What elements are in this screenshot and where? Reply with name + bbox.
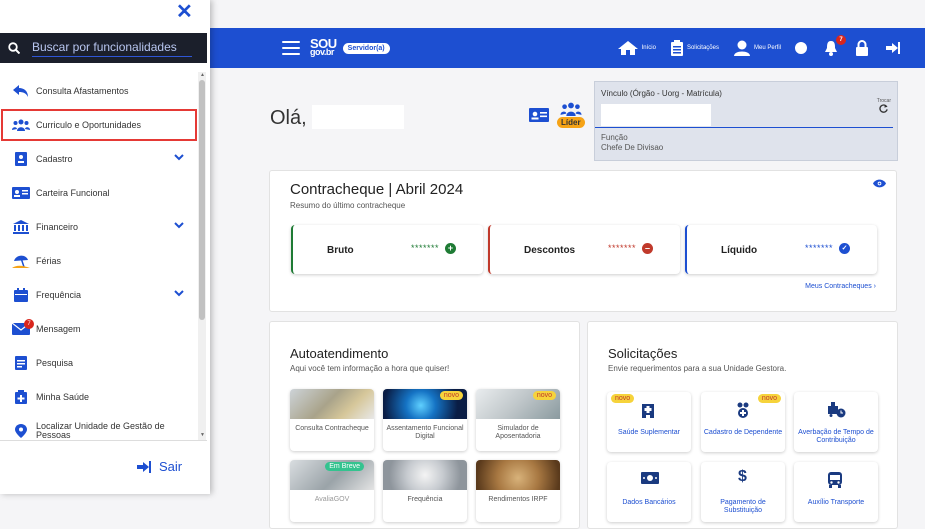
tile-pagamento-substituicao[interactable]: $ Pagamento de Substituição (701, 462, 785, 522)
chevron-right-icon: › (873, 283, 876, 290)
descontos-box[interactable]: Descontos ******* – (488, 225, 680, 274)
coins-image (290, 389, 374, 419)
scrollbar-thumb[interactable] (199, 80, 205, 320)
message-count-badge: 7 (24, 319, 34, 329)
sidebar-item-mensagem[interactable]: 7 Mensagem (0, 312, 198, 346)
home-icon (617, 41, 638, 55)
meus-contracheques-link[interactable]: Meus Contracheques › (805, 283, 876, 290)
contracheque-title: Contracheque | Abril 2024 (290, 181, 464, 198)
id-card-icon[interactable] (529, 108, 549, 122)
medical-kit-icon (12, 390, 30, 404)
contracheque-card: Contracheque | Abril 2024 Resumo do últi… (269, 170, 897, 312)
search-input[interactable] (32, 39, 192, 57)
beach-umbrella-icon (12, 254, 30, 268)
sidebar-item-consulta-afastamentos[interactable]: Consulta Afastamentos (0, 74, 198, 108)
eye-icon[interactable] (873, 179, 886, 188)
sign-out-icon (137, 460, 151, 473)
sidebar-item-cadastro[interactable]: Cadastro (0, 142, 198, 176)
sidebar-menu: Consulta Afastamentos Curriculo e Oportu… (0, 74, 198, 448)
scroll-down-arrow-icon[interactable]: ▼ (200, 432, 205, 438)
id-badge-icon (12, 152, 30, 166)
money-bill-icon (641, 472, 659, 484)
sidebar-item-pesquisa[interactable]: Pesquisa (0, 346, 198, 380)
logout-button[interactable]: Sair (137, 459, 182, 474)
notifications-count: 7 (836, 35, 846, 45)
minus-circle-icon: – (642, 243, 653, 254)
logout-top-button[interactable] (886, 42, 903, 54)
search-icon (8, 42, 20, 54)
lock-button[interactable] (855, 40, 872, 56)
vinculo-value-field[interactable] (601, 104, 711, 126)
sidebar-footer: Sair (0, 440, 207, 494)
search-bar (0, 33, 207, 63)
tile-averbacao-tempo[interactable]: Averbação de Tempo de Contribuição (794, 392, 878, 452)
hospital-icon (642, 404, 654, 418)
tile-rendimentos-irpf[interactable]: Rendimentos IRPF (476, 460, 560, 522)
funcao-value: Chefe De Divisao (601, 143, 664, 152)
refresh-icon (879, 104, 889, 113)
clock-image (383, 460, 467, 490)
bus-icon (828, 472, 842, 488)
bruto-box[interactable]: Bruto ******* + (291, 225, 483, 274)
tile-frequencia[interactable]: Frequência (383, 460, 467, 522)
tile-auxilio-transporte[interactable]: Auxílio Transporte (794, 462, 878, 522)
contrast-toggle[interactable] (795, 42, 810, 54)
tile-simulador-aposentadoria[interactable]: novo Simulador de Aposentadoria (476, 389, 560, 451)
survey-icon (12, 356, 30, 370)
check-circle-icon: ✓ (839, 243, 850, 254)
top-bar: SOU gov.br Servidor(a) Início Solicitaçõ… (210, 28, 925, 68)
nav-inicio[interactable]: Início (617, 40, 656, 56)
liquido-box[interactable]: Líquido ******* ✓ (685, 225, 877, 274)
sidebar-item-carteira-funcional[interactable]: Carteira Funcional (0, 176, 198, 210)
nav-solicitacoes[interactable]: Solicitações (670, 40, 719, 56)
tile-avaliagov[interactable]: Em Breve AvaliaGOV (290, 460, 374, 522)
sidebar-item-minha-saude[interactable]: Minha Saúde (0, 380, 198, 414)
lock-icon (856, 40, 868, 56)
sidebar-drawer: ✕ Consulta Afastamentos Curriculo e Opor… (0, 0, 210, 494)
tile-consulta-contracheque[interactable]: Consulta Contracheque (290, 389, 374, 451)
nav-meu-perfil[interactable]: Meu Perfil (733, 40, 781, 56)
trocar-vinculo-button[interactable]: Trocar (877, 98, 891, 115)
solicitacoes-card: Solicitações Envie requerimentos para a … (587, 321, 898, 529)
sidebar-scrollbar[interactable]: ▲ ▼ (198, 72, 206, 440)
users-group-icon (560, 102, 582, 116)
id-card-icon (12, 186, 30, 200)
sign-out-icon (886, 42, 900, 54)
user-name-redacted (312, 105, 404, 129)
tile-dados-bancarios[interactable]: Dados Bancários (607, 462, 691, 522)
lider-badge[interactable]: Líder (557, 102, 585, 128)
sidebar-item-frequencia[interactable]: Frequência (0, 278, 198, 312)
lion-image (476, 460, 560, 490)
clipboard-icon (670, 40, 683, 56)
calendar-icon (12, 288, 30, 302)
autoatendimento-card: Autoatendimento Aqui você tem informação… (269, 321, 580, 529)
greeting: Olá, (270, 107, 307, 129)
map-pin-icon (12, 424, 30, 438)
sidebar-item-ferias[interactable]: Férias (0, 244, 198, 278)
vinculo-selector: Vínculo (Órgão - Uorg - Matrícula) Troca… (594, 81, 898, 161)
chevron-down-icon[interactable] (174, 154, 184, 161)
users-group-icon (12, 118, 30, 132)
tile-saude-suplementar[interactable]: novo Saúde Suplementar (607, 392, 691, 452)
sougov-logo[interactable]: SOU gov.br (310, 37, 337, 57)
truck-clock-icon (828, 402, 846, 418)
contrast-icon (795, 42, 807, 54)
tile-assentamento-funcional[interactable]: novo Assentamento Funcional Digital (383, 389, 467, 451)
sidebar-item-curriculo-oportunidades[interactable]: Curriculo e Oportunidades (0, 108, 198, 142)
plus-circle-icon: + (445, 243, 456, 254)
notifications-button[interactable]: 7 (824, 35, 846, 56)
tile-cadastro-dependente[interactable]: novo Cadastro de Dependente (701, 392, 785, 452)
close-icon[interactable]: ✕ (176, 2, 193, 22)
dependent-medical-icon (737, 402, 749, 418)
scroll-up-arrow-icon[interactable]: ▲ (200, 72, 205, 78)
dollar-icon: $ (738, 468, 747, 485)
chevron-down-icon[interactable] (174, 290, 184, 297)
hamburger-menu-icon[interactable] (282, 41, 300, 55)
reply-arrow-icon (12, 84, 30, 98)
bank-icon (12, 220, 30, 234)
role-badge[interactable]: Servidor(a) (342, 42, 390, 54)
user-icon (733, 40, 750, 56)
chevron-down-icon[interactable] (174, 222, 184, 229)
sidebar-item-financeiro[interactable]: Financeiro (0, 210, 198, 244)
